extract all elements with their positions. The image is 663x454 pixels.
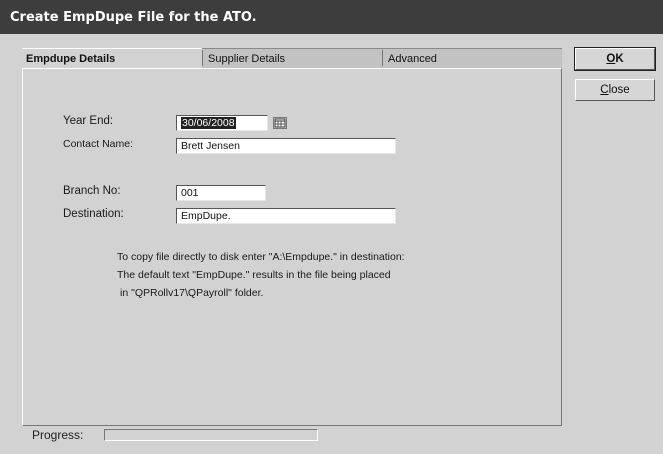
branch-no-field[interactable]: 001 <box>176 185 266 201</box>
tab-label: Supplier Details <box>208 53 286 65</box>
window-title: Create EmpDupe File for the ATO. <box>10 10 257 25</box>
info-line: The default text "EmpDupe." results in t… <box>117 269 391 281</box>
progress-label: Progress: <box>32 428 84 442</box>
tab-supplier-details[interactable]: Supplier Details <box>202 48 382 68</box>
info-line: To copy file directly to disk enter "A:\… <box>117 251 405 263</box>
ok-button[interactable]: OK <box>574 47 656 71</box>
destination-label: Destination: <box>63 208 124 220</box>
dialog-client-area: Empdupe Details Supplier Details Advance… <box>0 34 663 454</box>
tab-label: Advanced <box>388 53 437 65</box>
close-button-mnemonic: C <box>600 84 609 96</box>
ok-button-label: K <box>615 53 624 65</box>
tab-empdupe-details[interactable]: Empdupe Details <box>22 48 202 68</box>
destination-value: EmpDupe. <box>181 210 231 222</box>
contact-name-value: Brett Jensen <box>181 140 240 152</box>
close-button[interactable]: Close <box>575 79 655 101</box>
destination-field[interactable]: EmpDupe. <box>176 208 396 224</box>
window-titlebar[interactable]: Create EmpDupe File for the ATO. <box>0 0 663 34</box>
tab-divider <box>202 50 203 66</box>
contact-name-label: Contact Name: <box>63 138 134 150</box>
tab-panel-empdupe-details: Year End: 30/06/2008 Contact Name: Brett… <box>22 68 562 426</box>
branch-no-value: 001 <box>181 187 199 199</box>
year-end-value: 30/06/2008 <box>181 117 236 129</box>
progress-bar <box>104 429 318 441</box>
tab-advanced[interactable]: Advanced <box>382 48 562 68</box>
tab-divider <box>382 50 383 66</box>
tab-label: Empdupe Details <box>26 53 116 65</box>
info-line: in "QPRollv17\QPayroll" folder. <box>120 287 264 299</box>
tab-strip: Empdupe Details Supplier Details Advance… <box>22 48 562 68</box>
ok-button-mnemonic: O <box>606 53 616 65</box>
close-button-label: lose <box>608 84 630 96</box>
year-end-label: Year End: <box>63 115 114 127</box>
year-end-field[interactable]: 30/06/2008 <box>176 115 268 131</box>
branch-no-label: Branch No: <box>63 185 121 197</box>
contact-name-field[interactable]: Brett Jensen <box>176 138 396 154</box>
calendar-icon[interactable] <box>273 117 287 129</box>
